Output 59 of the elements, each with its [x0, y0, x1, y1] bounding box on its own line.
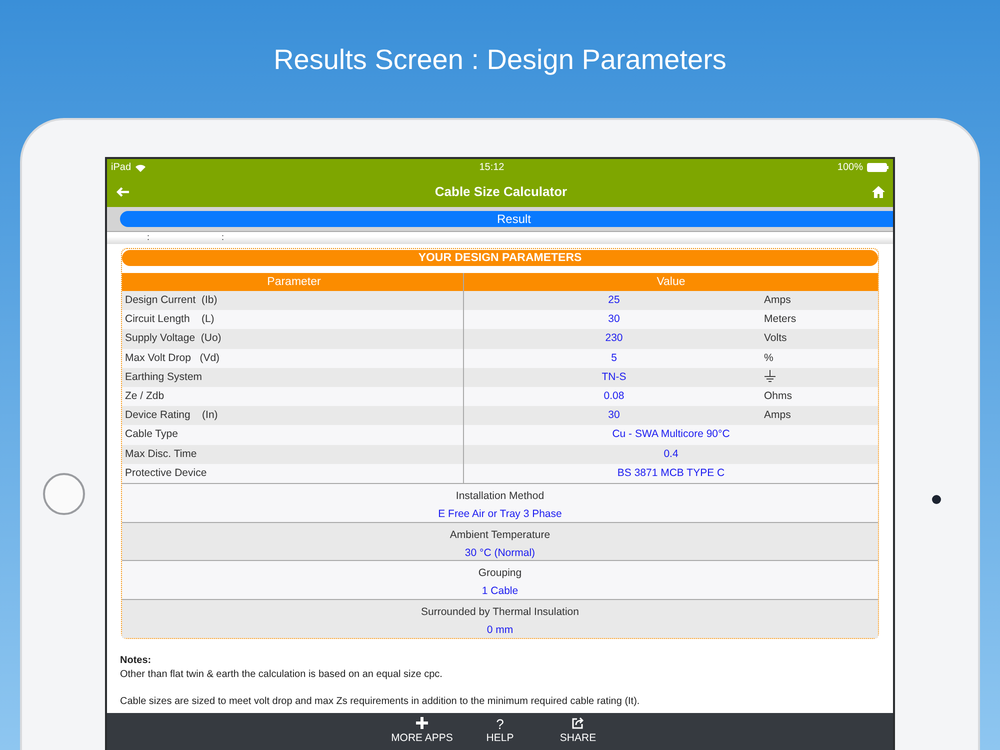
carrier-label: iPad: [111, 161, 132, 175]
notes-heading: Notes:: [120, 654, 152, 668]
battery-icon: [867, 163, 889, 172]
notes-text: Cable sizes are sized to meet volt drop and max Zs requirements in addition to the minimum required cable rating (It).: [120, 695, 641, 710]
parameter-label: Ze / Zdb: [124, 388, 166, 404]
parameter-label: Design Current (Ib): [124, 293, 218, 308]
unit-label: Ohms: [764, 388, 794, 404]
section-label: Surrounded by Thermal Insulation: [420, 605, 580, 620]
back-button[interactable]: [116, 186, 130, 196]
unit-label: Amps: [764, 293, 792, 308]
parameter-label: Max Volt Drop (Vd): [124, 350, 221, 366]
notes-text: Other than flat twin & earth the calculation is based on an equal size cpc.: [120, 668, 444, 682]
plus-icon: [416, 717, 428, 729]
share-icon: [572, 717, 584, 729]
unit-label: Meters: [764, 312, 798, 328]
parameter-value: TN-S: [600, 370, 628, 385]
parameter-value: BS 3871 MCB TYPE C: [617, 466, 725, 481]
section-value: 0 mm: [486, 623, 514, 638]
nav-title: Cable Size Calculator: [434, 182, 568, 201]
tab-bar-button[interactable]: ? HELP: [464, 713, 536, 750]
parameter-value: 230: [604, 331, 624, 346]
section-value: 30 °C (Normal): [464, 546, 536, 561]
tab-bar-button[interactable]: SHARE: [542, 713, 614, 750]
parameter-value: 5: [610, 350, 618, 366]
parameter-label: Protective Device: [124, 466, 208, 481]
wifi-icon: [135, 164, 146, 172]
section-label: Installation Method: [454, 488, 546, 504]
page-title: Results Screen : Design Parameters: [272, 43, 728, 77]
camera-dot: [932, 495, 941, 504]
parameter-label: Device Rating (In): [124, 408, 219, 424]
section-label: Grouping: [477, 566, 523, 582]
battery-percent: 100%: [837, 161, 863, 175]
parameter-value: 0.08: [602, 388, 626, 404]
parameter-label: Supply Voltage (Uo): [124, 331, 222, 346]
column-header: Parameter: [266, 275, 322, 290]
parameter-value: Cu - SWA Multicore 90°C: [612, 427, 730, 442]
parameter-value: 0.4: [664, 446, 678, 462]
section-label: Ambient Temperature: [448, 528, 552, 543]
parameter-label: Max Disc. Time: [124, 446, 198, 462]
unit-label: Amps: [764, 408, 792, 424]
parameter-label: Cable Type: [124, 427, 179, 442]
earth-symbol-icon: [764, 370, 776, 384]
separator-mark: :: [222, 232, 224, 244]
status-time: 15:12: [479, 161, 504, 175]
separator-mark: :: [147, 232, 150, 244]
parameter-label: Earthing System: [124, 370, 204, 385]
home-button[interactable]: [42, 473, 84, 515]
unit-label: Volts: [764, 331, 788, 346]
parameter-value: 30: [607, 312, 621, 328]
unit-label: %: [764, 350, 774, 366]
result-tab[interactable]: Result: [120, 211, 893, 227]
section-value: 1 Cable: [480, 584, 520, 600]
card-title: YOUR DESIGN PARAMETERS: [122, 250, 878, 266]
parameter-value: 30: [607, 408, 621, 424]
parameter-label: Circuit Length (L): [124, 312, 216, 328]
tab-bar-button[interactable]: MORE APPS: [386, 713, 458, 750]
section-value: E Free Air or Tray 3 Phase: [437, 506, 563, 522]
home-icon[interactable]: [872, 186, 885, 198]
parameter-value: 25: [607, 293, 621, 308]
